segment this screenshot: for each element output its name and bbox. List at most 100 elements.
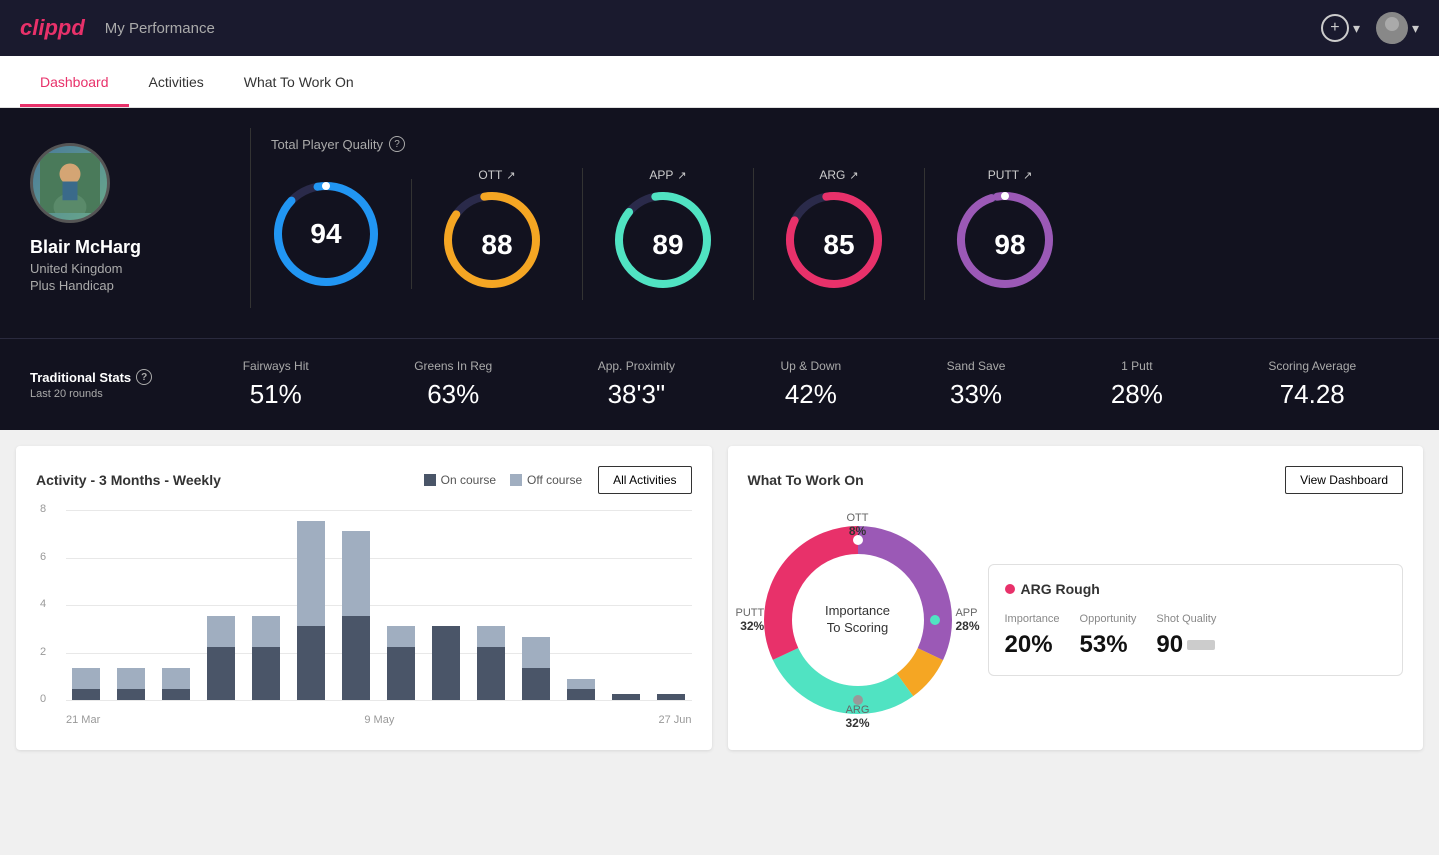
tab-what-to-work-on[interactable]: What To Work On — [224, 56, 374, 107]
header-actions: + ▾ ▾ — [1321, 12, 1419, 44]
bar-group — [201, 510, 241, 700]
shot-quality-stat: Shot Quality 90 — [1156, 613, 1216, 659]
arg-card: ARG Rough Importance 20% Opportunity 53%… — [988, 564, 1404, 676]
off-course-dot — [510, 474, 522, 486]
off-course-bar — [567, 679, 595, 690]
stats-items: Fairways Hit 51% Greens In Reg 63% App. … — [190, 359, 1409, 410]
putt-label: PUTT ↗ — [988, 168, 1033, 182]
player-handicap: Plus Handicap — [30, 278, 114, 293]
divider — [250, 128, 251, 308]
app-gauge: APP ↗ 89 — [583, 168, 754, 300]
activity-title: Activity - 3 Months - Weekly — [36, 472, 221, 488]
chevron-icon: ▾ — [1353, 20, 1360, 37]
stat-greens: Greens In Reg 63% — [414, 359, 492, 410]
plus-icon: + — [1321, 14, 1349, 42]
bar-group — [291, 510, 331, 700]
ott-segment-label: OTT 8% — [847, 512, 869, 538]
main-gauge: 94 — [271, 179, 412, 289]
on-course-bar — [657, 694, 685, 700]
on-course-bar — [477, 647, 505, 700]
legend-off-course: Off course — [510, 473, 582, 487]
nav-tabs: Dashboard Activities What To Work On — [0, 56, 1439, 108]
off-course-bar — [117, 668, 145, 689]
app-label: APP ↗ — [649, 168, 686, 182]
workon-panel: What To Work On View Dashboard — [728, 446, 1424, 750]
player-country: United Kingdom — [30, 261, 123, 276]
putt-segment-label: PUTT 32% — [736, 607, 765, 633]
arg-segment-label: ARG 32% — [845, 704, 869, 730]
on-course-bar — [162, 689, 190, 700]
page-title: My Performance — [105, 20, 215, 37]
stat-scoring: Scoring Average 74.28 — [1268, 359, 1356, 410]
ott-gauge: OTT ↗ 88 — [412, 168, 583, 300]
stats-row: Traditional Stats ? Last 20 rounds Fairw… — [0, 338, 1439, 430]
bar-group — [606, 510, 646, 700]
on-course-bar — [252, 647, 280, 700]
ott-label: OTT ↗ — [478, 168, 515, 182]
tab-dashboard[interactable]: Dashboard — [20, 56, 129, 107]
off-course-bar — [387, 626, 415, 647]
activity-panel: Activity - 3 Months - Weekly On course O… — [16, 446, 712, 750]
opportunity-stat: Opportunity 53% — [1080, 613, 1137, 659]
arg-gauge: ARG ↗ 85 — [754, 168, 925, 300]
gauge-svg-putt: 98 — [955, 190, 1065, 300]
on-course-dot — [424, 474, 436, 486]
on-course-bar — [567, 689, 595, 700]
putt-gauge: PUTT ↗ 98 — [925, 168, 1095, 300]
x-labels: 21 Mar 9 May 27 Jun — [66, 714, 692, 726]
bar-group — [516, 510, 556, 700]
trad-stats-title: Traditional Stats ? — [30, 369, 190, 385]
question-icon[interactable]: ? — [389, 136, 405, 152]
arg-card-stats: Importance 20% Opportunity 53% Shot Qual… — [1005, 613, 1387, 659]
shot-quality-bar — [1187, 640, 1215, 650]
stat-proximity: App. Proximity 38'3" — [598, 359, 675, 410]
on-course-bar — [522, 668, 550, 700]
player-name: Blair McHarg — [30, 237, 141, 258]
app-segment-label: APP 28% — [955, 607, 979, 633]
view-dashboard-button[interactable]: View Dashboard — [1285, 466, 1403, 494]
tab-activities[interactable]: Activities — [129, 56, 224, 107]
off-course-bar — [207, 616, 235, 648]
player-info: Blair McHarg United Kingdom Plus Handica… — [30, 143, 230, 293]
add-button[interactable]: + ▾ — [1321, 14, 1360, 42]
importance-stat: Importance 20% — [1005, 613, 1060, 659]
trad-stats-subtitle: Last 20 rounds — [30, 388, 190, 400]
quality-title: Total Player Quality ? — [271, 136, 1409, 152]
on-course-bar — [207, 647, 235, 700]
quality-section: Total Player Quality ? 94 — [271, 136, 1409, 300]
donut-chart: Importance To Scoring OTT 8% APP 28% ARG… — [748, 510, 968, 730]
all-activities-button[interactable]: All Activities — [598, 466, 691, 494]
bar-group — [246, 510, 286, 700]
on-course-bar — [612, 694, 640, 700]
player-row: Blair McHarg United Kingdom Plus Handica… — [30, 128, 1409, 308]
workon-content: Importance To Scoring OTT 8% APP 28% ARG… — [748, 510, 1404, 730]
app-score-value: 89 — [652, 229, 683, 261]
gauge-svg-app: 89 — [613, 190, 723, 300]
on-course-bar — [387, 647, 415, 700]
x-label-may: 9 May — [364, 714, 394, 726]
stat-updown: Up & Down 42% — [781, 359, 842, 410]
legend-on-course: On course — [424, 473, 496, 487]
bottom-section: Activity - 3 Months - Weekly On course O… — [0, 430, 1439, 766]
stat-sandsave: Sand Save 33% — [947, 359, 1006, 410]
stat-fairways: Fairways Hit 51% — [243, 359, 309, 410]
stat-group-title-area: Traditional Stats ? Last 20 rounds — [30, 369, 190, 400]
user-menu-button[interactable]: ▾ — [1376, 12, 1419, 44]
gauges-row: 94 OTT ↗ 88 — [271, 168, 1409, 300]
workon-header: What To Work On View Dashboard — [748, 466, 1404, 494]
off-course-bar — [522, 637, 550, 669]
dashboard-section: Blair McHarg United Kingdom Plus Handica… — [0, 108, 1439, 338]
on-course-bar — [117, 689, 145, 700]
bar-group — [66, 510, 106, 700]
x-label-jun: 27 Jun — [658, 714, 691, 726]
off-course-bar — [342, 531, 370, 615]
bar-group — [381, 510, 421, 700]
main-score-value: 94 — [310, 218, 341, 250]
on-course-bar — [342, 616, 370, 700]
workon-title: What To Work On — [748, 472, 864, 488]
bars-container — [66, 510, 692, 700]
app-header: clippd My Performance + ▾ ▾ — [0, 0, 1439, 56]
trad-question-icon[interactable]: ? — [136, 369, 152, 385]
arg-score-value: 85 — [823, 229, 854, 261]
activity-panel-header: Activity - 3 Months - Weekly On course O… — [36, 466, 692, 494]
